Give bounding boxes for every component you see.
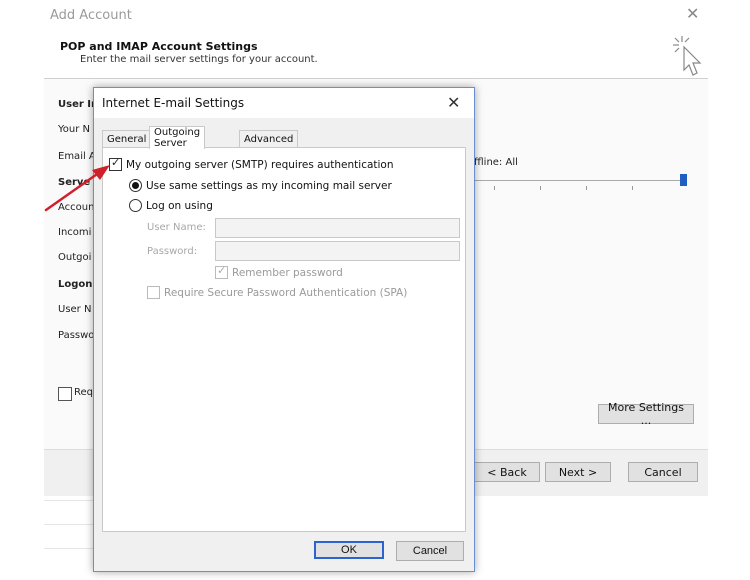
password-label: Passwo — [58, 330, 95, 341]
user-name-label: User N — [58, 304, 92, 315]
log-on-using-radio[interactable] — [129, 199, 142, 212]
remember-password-checkbox[interactable]: ✓ — [215, 264, 228, 279]
user-name-field-label: User Name: — [147, 222, 206, 233]
require-spa-checkbox[interactable] — [58, 387, 72, 401]
next-button[interactable]: Next > — [545, 462, 611, 482]
tab-outgoing-server[interactable]: Outgoing Server — [149, 126, 206, 149]
dialog-title: Internet E-mail Settings — [102, 96, 245, 110]
use-same-settings-row[interactable]: Use same settings as my incoming mail se… — [129, 179, 392, 192]
radio-dot-icon — [132, 182, 139, 189]
cursor-click-icon — [673, 36, 702, 76]
cancel-button[interactable]: Cancel — [628, 462, 698, 482]
slider-tick — [632, 186, 633, 190]
slider-tick — [540, 186, 541, 190]
outgoing-label: Outgoi — [58, 252, 92, 263]
log-on-using-label: Log on using — [146, 199, 213, 212]
window-title: Add Account — [50, 8, 132, 23]
smtp-auth-row[interactable]: ✓ My outgoing server (SMTP) requires aut… — [109, 156, 394, 171]
close-icon[interactable]: ✕ — [686, 4, 699, 23]
your-name-label: Your N — [58, 124, 91, 135]
remember-password-label: Remember password — [232, 266, 343, 279]
slider-tick — [494, 186, 495, 190]
password-field-label: Password: — [147, 246, 198, 257]
use-same-settings-radio[interactable] — [129, 179, 142, 192]
offline-slider-thumb[interactable] — [680, 174, 687, 186]
require-label: Req — [74, 387, 93, 398]
require-spa-row[interactable]: Require Secure Password Authentication (… — [147, 286, 407, 299]
offline-label: ffline: All — [474, 157, 518, 168]
back-button[interactable]: < Back — [474, 462, 540, 482]
incoming-label: Incomi — [58, 227, 92, 238]
smtp-auth-label: My outgoing server (SMTP) requires authe… — [126, 158, 394, 171]
require-spa-checkbox[interactable] — [147, 286, 160, 299]
use-same-settings-label: Use same settings as my incoming mail se… — [146, 179, 392, 192]
annotation-arrow-icon — [44, 165, 110, 212]
close-icon[interactable]: ✕ — [447, 93, 460, 112]
cancel-button[interactable]: Cancel — [396, 541, 464, 561]
log-on-using-row[interactable]: Log on using — [129, 199, 213, 212]
offline-slider-track[interactable] — [474, 180, 686, 181]
password-input[interactable] — [215, 241, 460, 261]
dialog-titlebar: Internet E-mail Settings ✕ — [94, 88, 474, 118]
logon-info-label: Logon — [58, 279, 93, 290]
require-spa-label: Require Secure Password Authentication (… — [164, 286, 408, 299]
more-settings-button[interactable]: More Settings ... — [598, 401, 694, 427]
tab-general[interactable]: General — [102, 130, 152, 148]
page-subheading: Enter the mail server settings for your … — [80, 54, 318, 65]
ok-button[interactable]: OK — [314, 541, 384, 559]
slider-tick — [586, 186, 587, 190]
remember-password-row[interactable]: ✓ Remember password — [215, 264, 343, 279]
tab-advanced[interactable]: Advanced — [239, 130, 299, 148]
outgoing-server-panel: ✓ My outgoing server (SMTP) requires aut… — [102, 147, 466, 532]
check-icon: ✓ — [217, 264, 227, 277]
user-name-input[interactable] — [215, 218, 460, 238]
internet-email-settings-dialog: Internet E-mail Settings ✕ General Outgo… — [93, 87, 475, 572]
page-heading: POP and IMAP Account Settings — [60, 40, 258, 53]
